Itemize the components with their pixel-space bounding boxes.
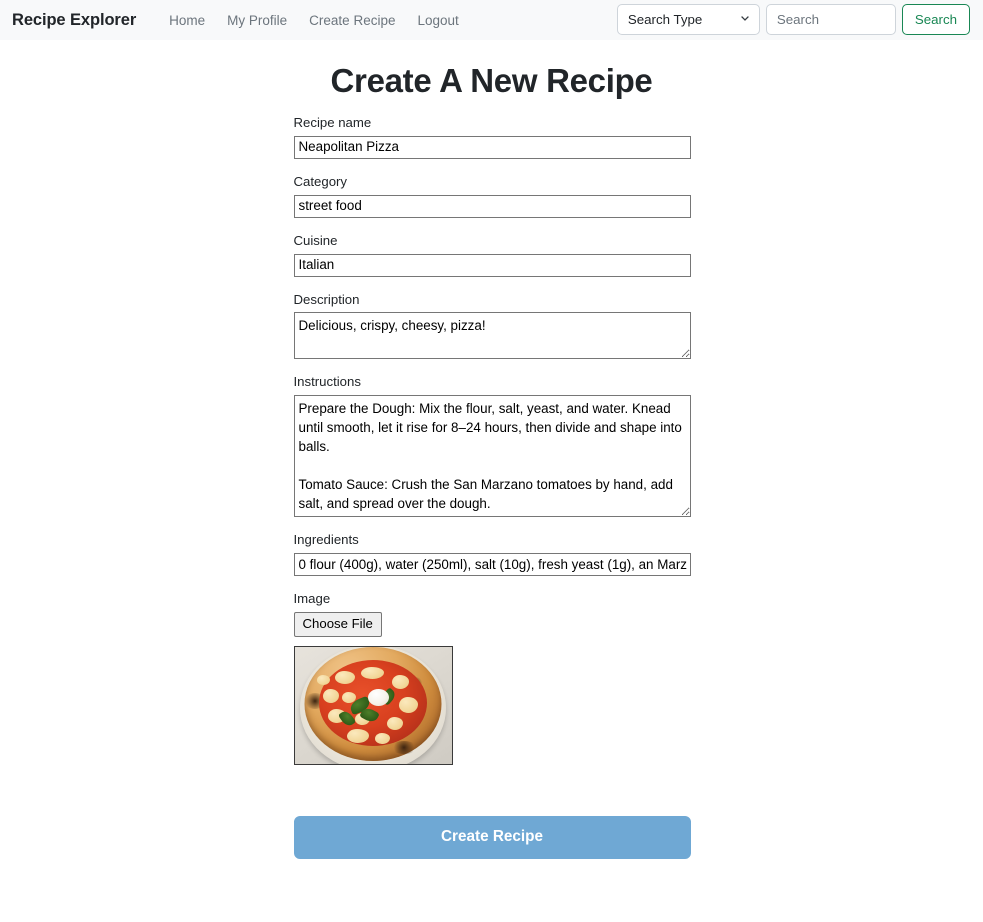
nav-links: Home My Profile Create Recipe Logout (158, 13, 470, 28)
cheese-blob (386, 716, 403, 730)
mozzarella-ball (367, 688, 389, 706)
cheese-blob (316, 674, 330, 685)
crust-char-spot (390, 740, 417, 754)
ingredients-input[interactable] (293, 553, 691, 577)
nav-link-create-recipe[interactable]: Create Recipe (298, 13, 406, 28)
choose-file-button[interactable]: Choose File (293, 611, 382, 637)
cheese-blob (374, 732, 390, 744)
ingredients-label: Ingredients (293, 532, 359, 548)
field-image: Image Choose File (293, 591, 691, 765)
submit-wrapper: Create Recipe (293, 815, 691, 859)
field-recipe-name: Recipe name (293, 115, 691, 159)
cheese-blob (391, 674, 409, 689)
create-recipe-form: Recipe name Category Cuisine Description… (293, 115, 691, 765)
cheese-blob (398, 696, 418, 713)
create-recipe-button[interactable]: Create Recipe (293, 815, 691, 859)
navbar-search-group: Search Type Search (616, 4, 970, 35)
description-label: Description (293, 291, 360, 307)
cuisine-label: Cuisine (293, 232, 338, 248)
nav-link-my-profile[interactable]: My Profile (216, 13, 298, 28)
description-textarea[interactable] (293, 312, 691, 360)
image-preview (293, 645, 453, 765)
cheese-blob (346, 728, 369, 743)
field-instructions: Instructions (293, 374, 691, 518)
image-label: Image (293, 591, 331, 607)
nav-link-home[interactable]: Home (158, 13, 216, 28)
page-title: Create A New Recipe (330, 62, 653, 99)
field-ingredients: Ingredients (293, 532, 691, 577)
brand-logo[interactable]: Recipe Explorer (12, 11, 136, 30)
search-button[interactable]: Search (901, 4, 970, 35)
instructions-textarea[interactable] (293, 395, 691, 518)
field-cuisine: Cuisine (293, 232, 691, 277)
cheese-blob (322, 688, 339, 703)
search-type-select[interactable]: Search Type (616, 4, 760, 35)
category-label: Category (293, 173, 348, 189)
field-description: Description (293, 291, 691, 360)
search-type-wrapper: Search Type (616, 4, 760, 35)
field-category: Category (293, 173, 691, 218)
search-input[interactable] (765, 4, 896, 35)
recipe-name-input[interactable] (293, 135, 691, 159)
nav-link-logout[interactable]: Logout (406, 13, 469, 28)
instructions-label: Instructions (293, 374, 361, 390)
cheese-blob (360, 666, 384, 679)
cheese-blob (334, 670, 355, 684)
recipe-name-label: Recipe name (293, 115, 372, 130)
cuisine-input[interactable] (293, 253, 691, 277)
category-input[interactable] (293, 194, 691, 218)
navbar: Recipe Explorer Home My Profile Create R… (0, 0, 983, 40)
